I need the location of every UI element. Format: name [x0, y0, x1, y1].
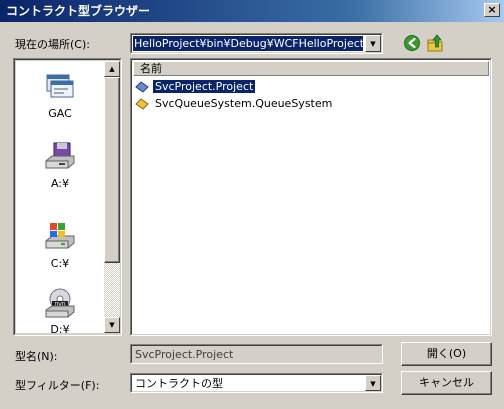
chevron-down-icon: ▼ [370, 40, 376, 48]
chevron-down-icon: ▼ [109, 321, 115, 329]
dvd-drive-icon: DVD [43, 287, 77, 319]
filter-label: 型フィルター(F): [15, 379, 100, 392]
type-list[interactable]: 名前 SvcProject.Project SvcQueueSystem.Que… [130, 58, 492, 336]
places-bar: GAC A:¥ C:¥ DVD D:¥ ▲ ▼ [13, 58, 122, 336]
up-folder-icon [427, 34, 443, 52]
title-bar: コントラクト型ブラウザー × [0, 0, 504, 22]
cancel-button-label: キャンセル [419, 376, 474, 389]
list-item[interactable]: SvcQueueSystem.QueueSystem [135, 96, 334, 112]
place-label: D:¥ [50, 323, 70, 336]
place-c-drive[interactable]: C:¥ [25, 221, 95, 270]
chevron-up-icon: ▲ [109, 65, 115, 73]
contract-type-icon [135, 81, 149, 93]
typename-field[interactable]: SvcProject.Project [130, 344, 383, 364]
back-arrow-icon [404, 35, 420, 51]
place-a-drive[interactable]: A:¥ [25, 141, 95, 190]
place-gac[interactable]: GAC [25, 71, 95, 120]
list-item-label: SvcQueueSystem.QueueSystem [155, 97, 333, 110]
up-folder-button[interactable] [425, 33, 445, 53]
chevron-down-icon: ▼ [370, 380, 376, 388]
column-header-label: 名前 [140, 62, 162, 75]
typename-value: SvcProject.Project [135, 348, 234, 361]
cancel-button[interactable]: キャンセル [401, 371, 492, 395]
list-item-label: SvcProject.Project [153, 80, 256, 93]
open-button[interactable]: 開く(O) [401, 342, 492, 366]
places-scrollbar[interactable]: ▲ ▼ [104, 61, 120, 333]
close-icon: × [487, 3, 497, 16]
filter-combobox[interactable]: コントラクトの型 ▼ [130, 373, 383, 393]
column-header-name[interactable]: 名前 [133, 61, 489, 76]
open-button-label: 開く(O) [426, 347, 467, 360]
place-label: C:¥ [50, 257, 70, 270]
list-item[interactable]: SvcProject.Project [135, 79, 256, 95]
location-dropdown-button[interactable]: ▼ [365, 35, 381, 52]
place-label: GAC [48, 107, 72, 120]
scroll-down-button[interactable]: ▼ [104, 317, 120, 333]
location-combobox[interactable]: HelloProject¥bin¥Debug¥WCFHelloProject.e… [130, 33, 383, 54]
back-button[interactable] [403, 34, 421, 52]
location-label: 現在の場所(C): [15, 38, 90, 51]
scroll-up-button[interactable]: ▲ [104, 61, 120, 77]
typename-label: 型名(N): [15, 350, 58, 363]
hard-drive-icon [43, 221, 77, 253]
place-d-drive[interactable]: DVD D:¥ [25, 287, 95, 336]
gac-icon [43, 71, 77, 103]
filter-value: コントラクトの型 [135, 377, 223, 390]
location-path: HelloProject¥bin¥Debug¥WCFHelloProject.e… [133, 36, 363, 51]
place-label: A:¥ [50, 177, 70, 190]
places-list: GAC A:¥ C:¥ DVD D:¥ [16, 61, 104, 336]
filter-dropdown-button[interactable]: ▼ [365, 375, 381, 391]
window-title: コントラクト型ブラウザー [6, 4, 151, 18]
contract-type-icon [135, 98, 149, 110]
floppy-drive-icon [43, 141, 77, 173]
close-button[interactable]: × [484, 3, 500, 17]
scroll-thumb[interactable] [104, 77, 120, 263]
